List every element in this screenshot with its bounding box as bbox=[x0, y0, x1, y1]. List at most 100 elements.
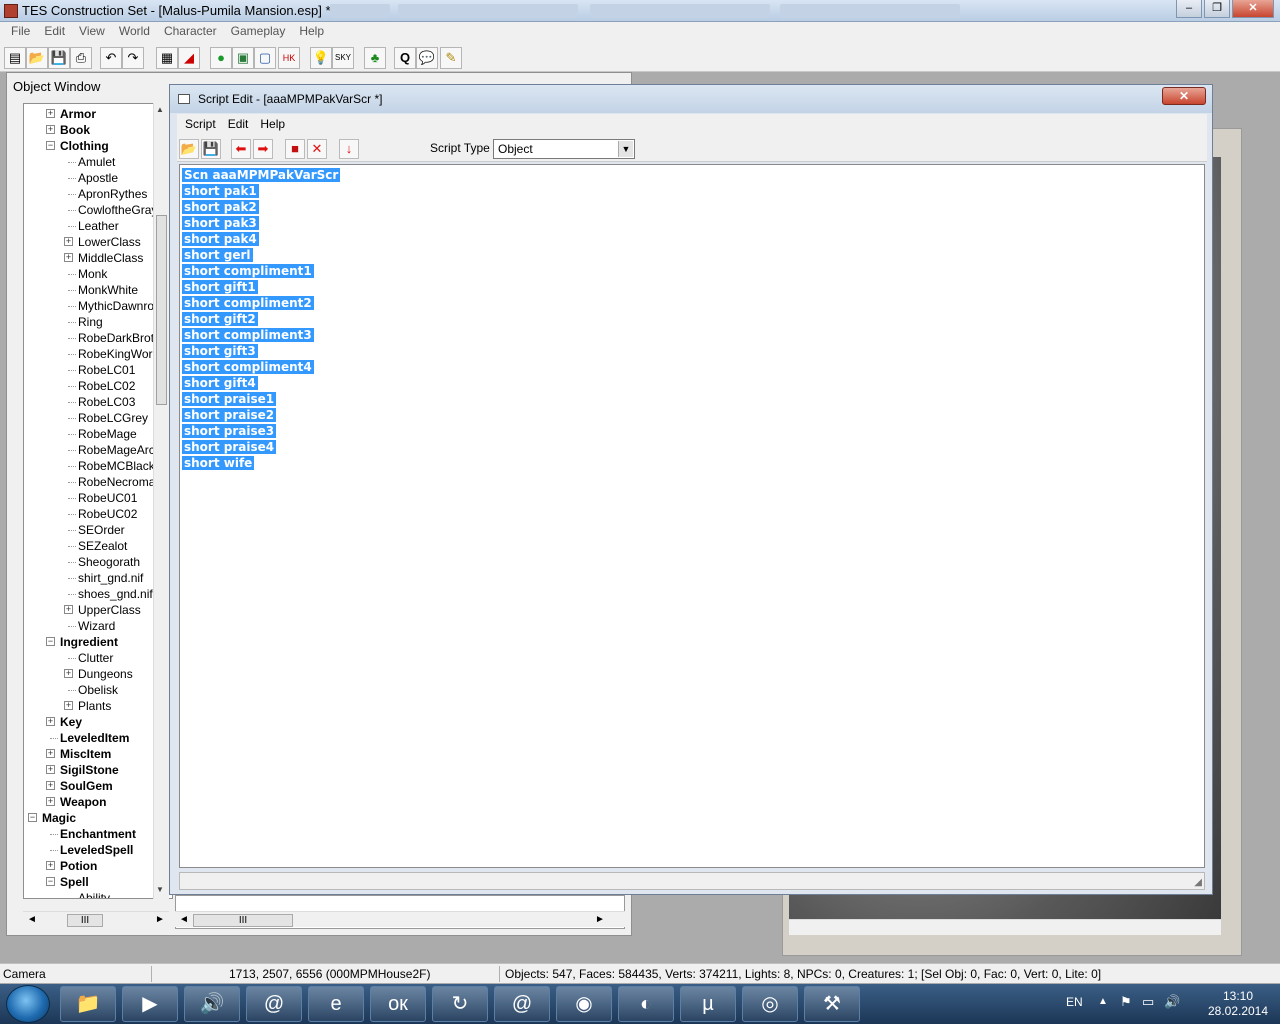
render-hscroll[interactable] bbox=[789, 919, 1221, 935]
script-close-button[interactable]: ✕ bbox=[1162, 87, 1206, 105]
save-script-icon[interactable]: 💾 bbox=[201, 139, 221, 159]
scroll-thumb[interactable] bbox=[156, 215, 167, 405]
tree-item[interactable]: shirt_gnd.nif bbox=[78, 570, 143, 586]
tree-item[interactable]: RobeUC01 bbox=[78, 490, 137, 506]
expand-icon[interactable]: + bbox=[64, 237, 73, 246]
volume-app-icon[interactable]: 🔊 bbox=[184, 986, 240, 1022]
utorrent-icon[interactable]: µ bbox=[680, 986, 736, 1022]
code-line[interactable]: short gerl bbox=[182, 247, 340, 263]
delete-script-icon[interactable]: ✕ bbox=[307, 139, 327, 159]
close-button[interactable]: ✕ bbox=[1232, 0, 1274, 18]
tree-item[interactable]: Plants bbox=[78, 698, 111, 714]
code-line[interactable]: short pak3 bbox=[182, 215, 340, 231]
tree-item[interactable]: UpperClass bbox=[78, 602, 141, 618]
tree-item[interactable]: LeveledItem bbox=[60, 730, 129, 746]
tree-item[interactable]: RobeMage bbox=[78, 426, 137, 442]
tree-item[interactable]: Ingredient bbox=[60, 634, 118, 650]
tree-item[interactable]: Obelisk bbox=[78, 682, 118, 698]
collapse-icon[interactable]: − bbox=[46, 877, 55, 886]
code-line[interactable]: short pak1 bbox=[182, 183, 340, 199]
tree-item[interactable]: MonkWhite bbox=[78, 282, 138, 298]
menu-world[interactable]: World bbox=[112, 22, 157, 42]
tree-item[interactable]: RobeLCGrey bbox=[78, 410, 148, 426]
updater-icon[interactable]: ↻ bbox=[432, 986, 488, 1022]
tree-item[interactable]: RobeNecroman bbox=[78, 474, 162, 490]
expand-icon[interactable]: + bbox=[46, 781, 55, 790]
tree-item[interactable]: Sheogorath bbox=[78, 554, 140, 570]
tree-item[interactable]: shoes_gnd.nif bbox=[78, 586, 153, 602]
fruit-app-icon[interactable]: ◐ bbox=[618, 986, 674, 1022]
media-player-icon[interactable]: ▶ bbox=[122, 986, 178, 1022]
tree-item[interactable]: LowerClass bbox=[78, 234, 141, 250]
tree-vscroll[interactable]: ▲ ▼ bbox=[153, 103, 169, 899]
code-line[interactable]: short compliment3 bbox=[182, 327, 340, 343]
object-tree[interactable]: + Armor + Book − Clothing Amulet Apostle ApronRy… bbox=[23, 103, 173, 899]
previous-script-icon[interactable]: ⬅ bbox=[231, 139, 251, 159]
language-indicator[interactable]: EN bbox=[1066, 995, 1083, 1009]
tree-item[interactable]: ApronRythes bbox=[78, 186, 147, 202]
chevron-down-icon[interactable]: ▼ bbox=[618, 141, 633, 157]
tree-item[interactable]: CowloftheGrayF bbox=[78, 202, 165, 218]
undo-icon[interactable]: ↶ bbox=[100, 47, 122, 69]
code-line[interactable]: short gift3 bbox=[182, 343, 340, 359]
code-line[interactable]: Scn aaaMPMPakVarScr bbox=[182, 167, 341, 183]
internet-explorer-icon[interactable]: e bbox=[308, 986, 364, 1022]
maximize-button[interactable]: ❐ bbox=[1204, 0, 1230, 18]
show-hidden-icons-icon[interactable]: ▲ bbox=[1098, 996, 1108, 1007]
tree-item[interactable]: Book bbox=[60, 122, 90, 138]
tree-item[interactable]: RobeMageArch bbox=[78, 442, 161, 458]
hscroll-thumb[interactable]: III bbox=[67, 914, 103, 927]
speech-icon[interactable]: 💬 bbox=[416, 47, 438, 69]
oblivion-icon[interactable]: ◎ bbox=[742, 986, 798, 1022]
expand-icon[interactable]: + bbox=[64, 253, 73, 262]
tree-icon[interactable]: ♣ bbox=[364, 47, 386, 69]
script-menu-script[interactable]: Script bbox=[179, 114, 222, 134]
scroll-down-icon[interactable]: ▼ bbox=[156, 885, 164, 894]
menu-file[interactable]: File bbox=[4, 22, 37, 42]
script-type-select[interactable]: Object ▼ bbox=[493, 139, 635, 159]
expand-icon[interactable]: + bbox=[64, 701, 73, 710]
tree-item[interactable]: LeveledSpell bbox=[60, 842, 133, 858]
tree-item[interactable]: Ability bbox=[78, 890, 110, 898]
tree-item[interactable]: Leather bbox=[78, 218, 119, 234]
chrome-icon[interactable]: ◉ bbox=[556, 986, 612, 1022]
collapse-icon[interactable]: − bbox=[46, 637, 55, 646]
tree-item[interactable]: Enchantment bbox=[60, 826, 136, 842]
tree-item[interactable]: MiscItem bbox=[60, 746, 111, 762]
snap-icon[interactable]: ▢ bbox=[254, 47, 276, 69]
print-icon[interactable]: ⎙ bbox=[70, 47, 92, 69]
tree-item[interactable]: RobeUC02 bbox=[78, 506, 137, 522]
menu-view[interactable]: View bbox=[72, 22, 112, 42]
code-line[interactable]: short praise1 bbox=[182, 391, 340, 407]
collapse-icon[interactable]: − bbox=[28, 813, 37, 822]
code-line[interactable]: short praise4 bbox=[182, 439, 340, 455]
tree-item[interactable]: Weapon bbox=[60, 794, 106, 810]
tree-item[interactable]: Monk bbox=[78, 266, 107, 282]
tree-item[interactable]: MiddleClass bbox=[78, 250, 143, 266]
tree-item[interactable]: RobeLC01 bbox=[78, 362, 135, 378]
tree-item[interactable]: SEZealot bbox=[78, 538, 127, 554]
tree-item[interactable]: Spell bbox=[60, 874, 89, 890]
tree-item[interactable]: Wizard bbox=[78, 618, 115, 634]
script-menu-help[interactable]: Help bbox=[254, 114, 291, 134]
construction-set-icon[interactable]: ⚒ bbox=[804, 986, 860, 1022]
tree-item[interactable]: RobeLC03 bbox=[78, 394, 135, 410]
network-icon[interactable]: ▭ bbox=[1142, 994, 1154, 1010]
menu-help[interactable]: Help bbox=[292, 22, 331, 42]
menu-gameplay[interactable]: Gameplay bbox=[224, 22, 293, 42]
pencil-icon[interactable]: ✎ bbox=[440, 47, 462, 69]
tree-item[interactable]: Amulet bbox=[78, 154, 115, 170]
tree-item[interactable]: Magic bbox=[42, 810, 76, 826]
code-line[interactable]: short compliment2 bbox=[182, 295, 340, 311]
expand-icon[interactable]: + bbox=[46, 109, 55, 118]
hscroll-thumb[interactable]: III bbox=[193, 914, 293, 927]
list-hscroll[interactable]: ◄ III ► bbox=[175, 911, 625, 927]
code-line[interactable]: short pak4 bbox=[182, 231, 340, 247]
compile-icon[interactable]: ↓ bbox=[339, 139, 359, 159]
redo-icon[interactable]: ↷ bbox=[122, 47, 144, 69]
scroll-right-icon[interactable]: ► bbox=[595, 914, 605, 925]
code-line[interactable]: short praise2 bbox=[182, 407, 340, 423]
resize-grip-icon[interactable]: ◢ bbox=[1194, 877, 1202, 888]
collapse-icon[interactable]: − bbox=[46, 141, 55, 150]
open-folder-icon[interactable]: 📂 bbox=[26, 47, 48, 69]
